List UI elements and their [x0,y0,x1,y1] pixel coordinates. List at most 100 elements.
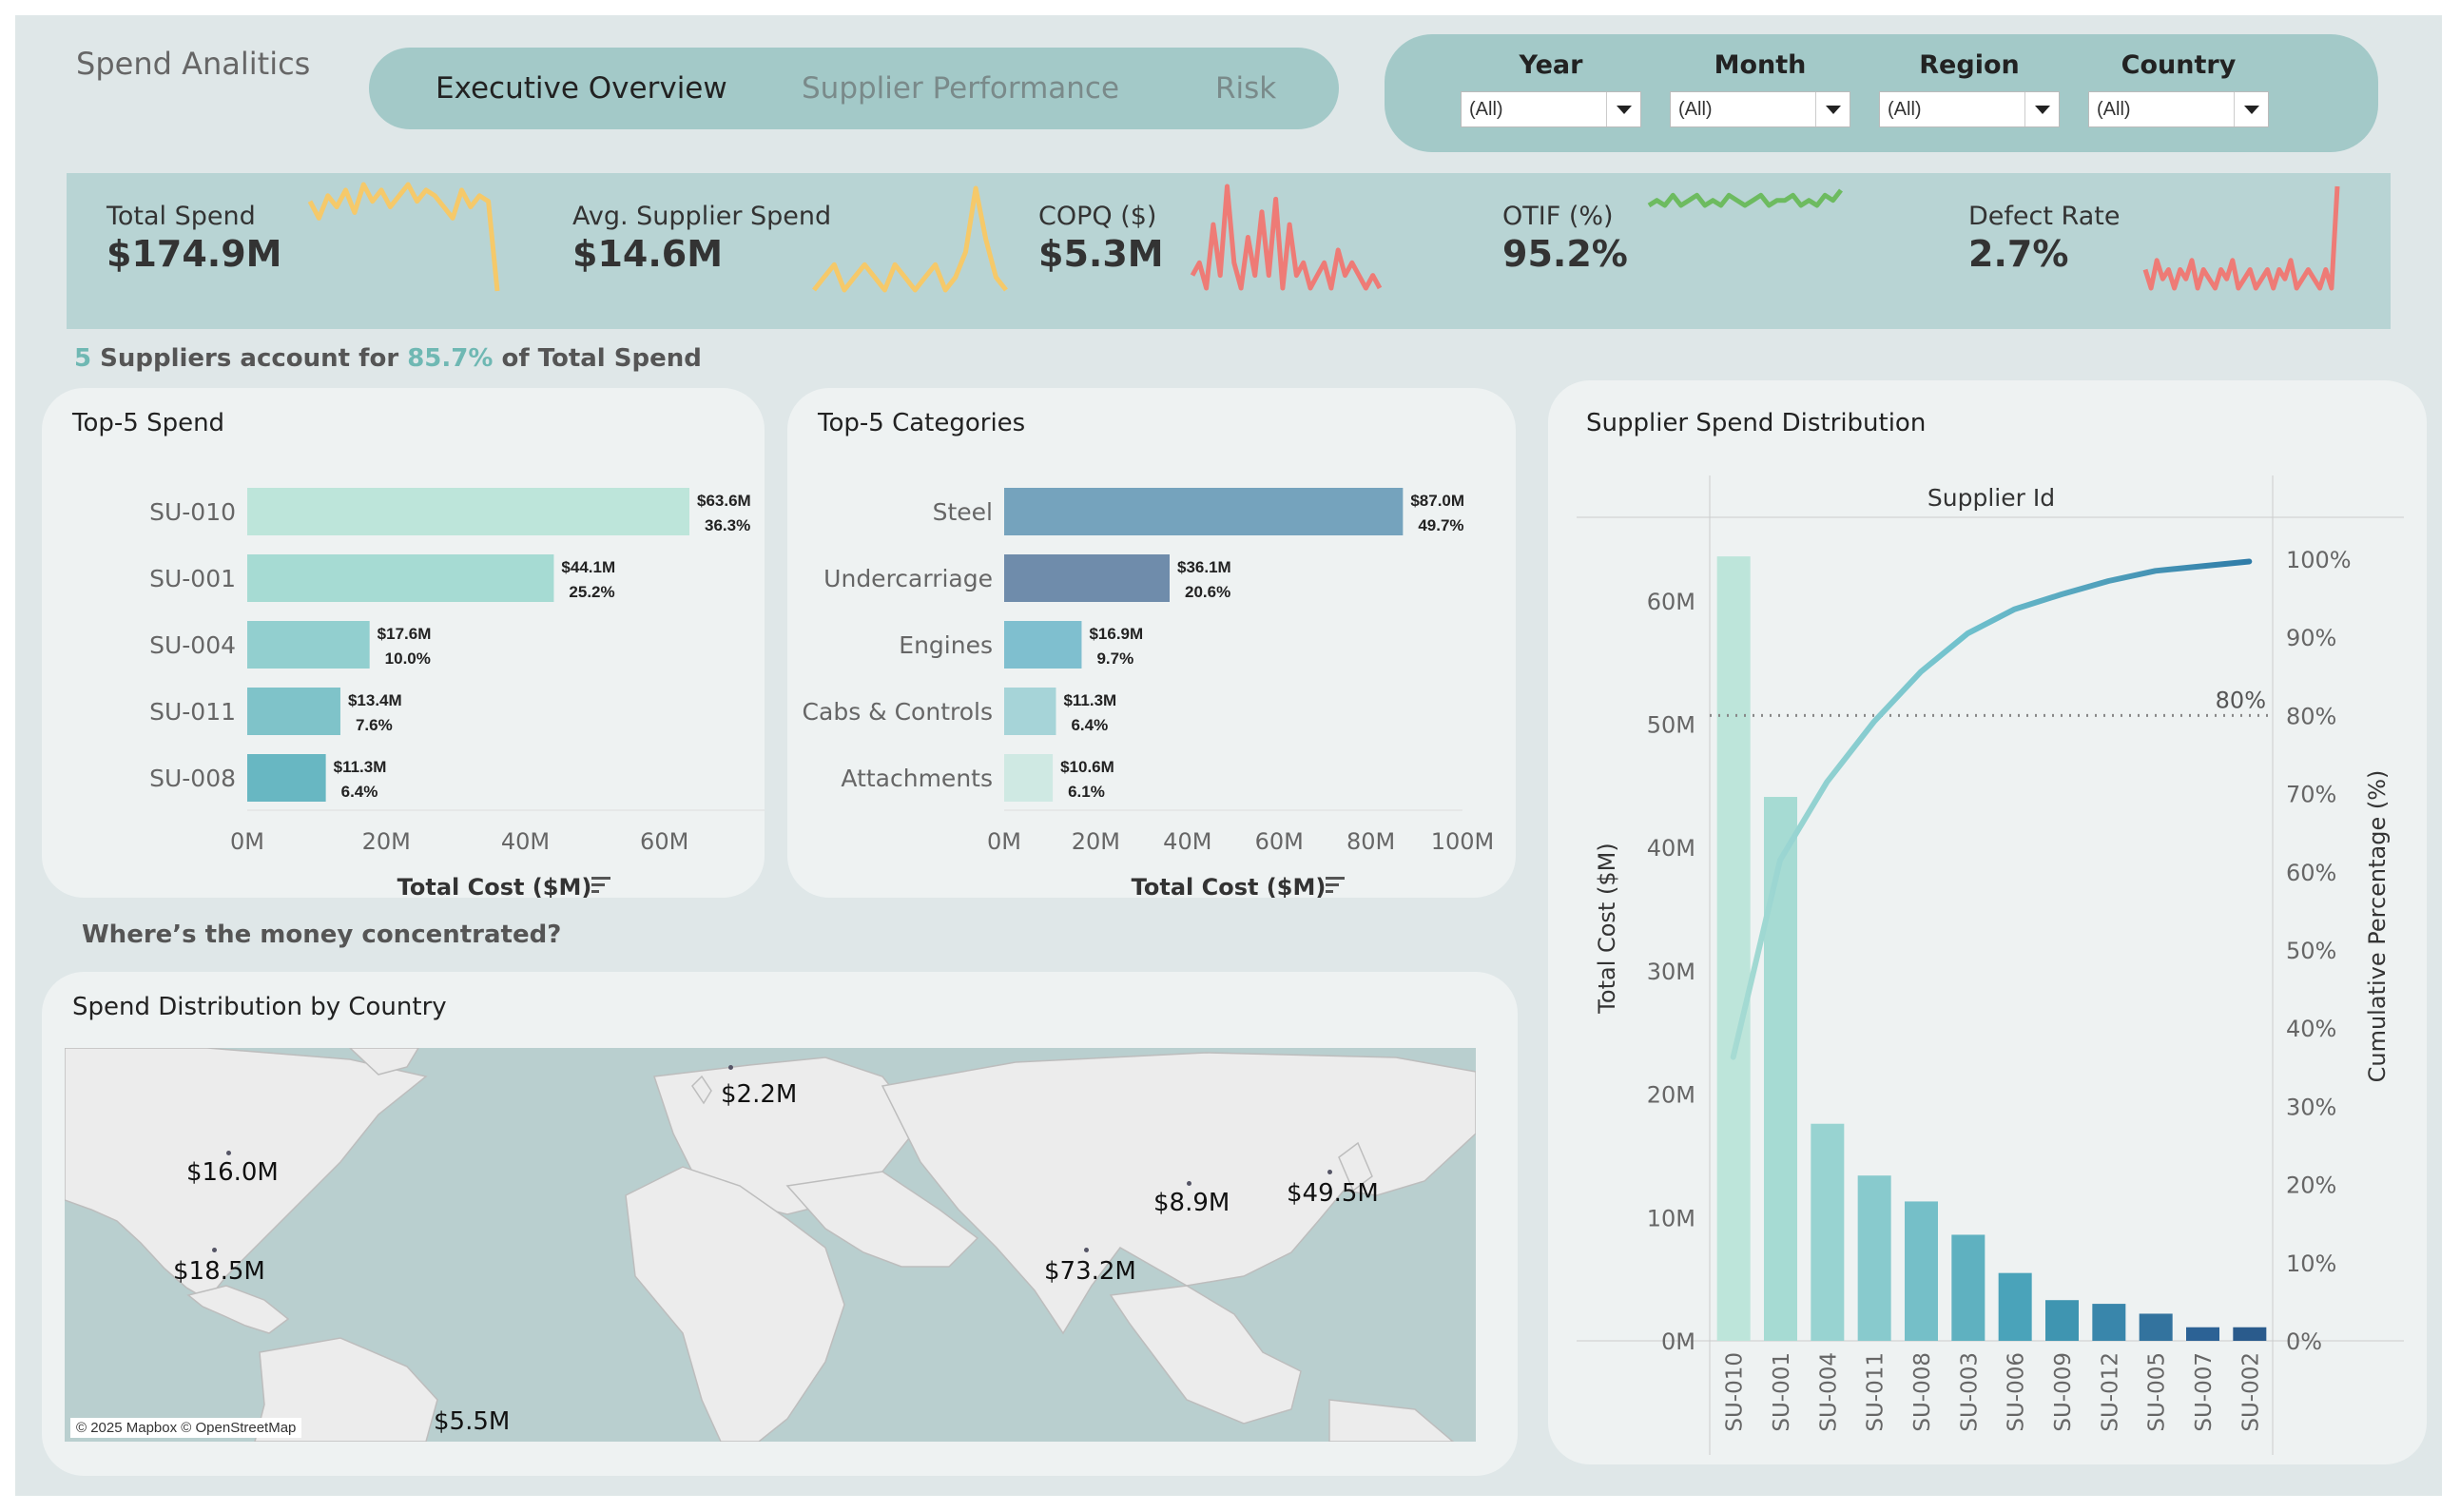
bar-percent-label: 6.4% [1071,716,1108,734]
bar[interactable] [1004,688,1056,735]
y-tick-label: 10M [1647,1205,1695,1231]
bar[interactable] [1764,797,1797,1341]
bar[interactable] [1004,754,1054,802]
y-tick-label: 60M [1647,589,1695,615]
bar[interactable] [2092,1304,2126,1341]
x-axis-title: Total Cost ($M) [1132,874,1327,898]
world-map[interactable]: $2.2M $16.0M $18.5M $8.9M $49.5M $73.2M … [65,1048,1476,1442]
sort-icon[interactable] [1326,890,1333,893]
map-card: Spend Distribution by Country $2.2M $16.… [42,972,1518,1476]
y2-tick-label: 90% [2286,625,2336,651]
tab-bar: Executive Overview Supplier Performance … [369,48,1339,129]
bar-value-label: $16.9M [1089,625,1143,643]
bar[interactable] [1951,1234,1985,1341]
bar[interactable] [2045,1300,2079,1341]
bar-percent-label: 10.0% [385,649,431,668]
tab-risk[interactable]: Risk [1215,48,1276,129]
kpi-avg-supplier-spend[interactable]: Avg. Supplier Spend $14.6M [572,185,1008,306]
sort-icon[interactable] [591,883,605,886]
bar[interactable] [1716,556,1751,1341]
bar-value-label: $11.3M [1063,691,1116,709]
x-tick-label: SU-008 [1910,1352,1935,1432]
filter-country-label: Country [2121,50,2237,80]
x-tick-label: 80M [1346,828,1395,855]
y-axis-title: Total Cost ($M) [1594,843,1620,1014]
map-marker[interactable] [728,1065,733,1070]
x-tick-label: 40M [1163,828,1211,855]
bar[interactable] [1905,1201,1938,1341]
sparkline-path [1647,188,1843,208]
bar[interactable] [2186,1327,2219,1341]
kpi-total-spend[interactable]: Total Spend $174.9M [107,182,500,306]
chevron-down-icon[interactable] [2234,92,2268,126]
map-marker[interactable] [226,1151,231,1155]
bar[interactable] [247,488,689,535]
bar[interactable] [1998,1272,2032,1341]
bar[interactable] [2233,1327,2267,1341]
country-select[interactable]: (All) [2088,91,2269,127]
bar[interactable] [1004,554,1171,602]
kpi-copq[interactable]: COPQ ($) $5.3M [1038,184,1383,306]
y-tick-label: 30M [1647,959,1695,985]
bar-value-label: $87.0M [1410,492,1464,510]
y2-tick-label: 10% [2286,1250,2336,1277]
map-marker[interactable] [212,1248,217,1252]
bar[interactable] [247,754,326,802]
chevron-down-icon[interactable] [1815,92,1850,126]
x-tick-label: SU-003 [1957,1352,1982,1432]
filter-month: Month (All) [1670,48,1850,127]
kpi-band: Total Spend $174.9M Avg. Supplier Spend … [67,173,2391,329]
bar-value-label: $17.6M [378,625,432,643]
y2-tick-label: 40% [2286,1016,2336,1042]
x-tick-label: SU-010 [1723,1352,1748,1432]
chevron-down-icon[interactable] [2024,92,2059,126]
kpi-value: $14.6M [572,233,724,275]
sort-icon[interactable] [591,890,599,893]
sort-icon[interactable] [1326,877,1345,880]
sort-icon[interactable] [1326,883,1339,886]
bar[interactable] [1857,1175,1891,1341]
year-select[interactable]: (All) [1461,91,1641,127]
map-attribution[interactable]: © 2025 Mapbox © OpenStreetMap [70,1418,302,1438]
x-tick-label: 20M [1072,828,1120,855]
y-tick-label: 40M [1647,835,1695,862]
kpi-defect-rate[interactable]: Defect Rate 2.7% [1968,185,2340,306]
filter-year-label: Year [1519,50,1583,80]
y2-tick-label: 0% [2286,1328,2322,1355]
y2-tick-label: 30% [2286,1094,2336,1120]
top5-spend-card: Top-5 Spend SU-010 $63.6M 36.3% SU-001 $44.1… [42,388,765,898]
month-select[interactable]: (All) [1670,91,1850,127]
region-select[interactable]: (All) [1879,91,2060,127]
y2-tick-label: 60% [2286,860,2336,886]
cumulative-line[interactable] [1730,558,2253,1060]
kpi-value: $174.9M [107,233,282,275]
bar-value-label: $36.1M [1177,558,1231,576]
map-marker[interactable] [1084,1248,1089,1252]
bar-value-label: $63.6M [697,492,751,510]
sparkline [1647,188,1843,208]
tab-supplier-performance[interactable]: Supplier Performance [802,48,1119,129]
x-tick-label: SU-001 [1770,1352,1794,1432]
bar[interactable] [247,621,370,669]
bar-value-label: $44.1M [561,558,615,576]
bar[interactable] [247,688,340,735]
map-marker[interactable] [1187,1181,1191,1186]
kpi-otif[interactable]: OTIF (%) 95.2% [1502,188,1843,306]
sort-icon[interactable] [591,877,610,880]
bar[interactable] [1004,488,1404,535]
tab-executive-overview[interactable]: Executive Overview [436,48,727,129]
bar[interactable] [247,554,554,602]
map-label: $73.2M [1044,1257,1136,1286]
kpi-value: 2.7% [1968,233,2069,275]
bar-category-label: SU-008 [149,765,236,792]
chevron-down-icon[interactable] [1606,92,1640,126]
bar[interactable] [2139,1313,2173,1341]
bar[interactable] [1004,621,1082,669]
column-header: Supplier Id [1927,484,2055,512]
map-marker[interactable] [1327,1170,1332,1174]
filter-month-label: Month [1714,50,1807,80]
bar[interactable] [1811,1123,1845,1341]
map-label: $49.5M [1287,1179,1379,1208]
y2-axis-title: Cumulative Percentage (%) [2364,770,2391,1083]
filter-country: Country (All) [2088,48,2269,127]
